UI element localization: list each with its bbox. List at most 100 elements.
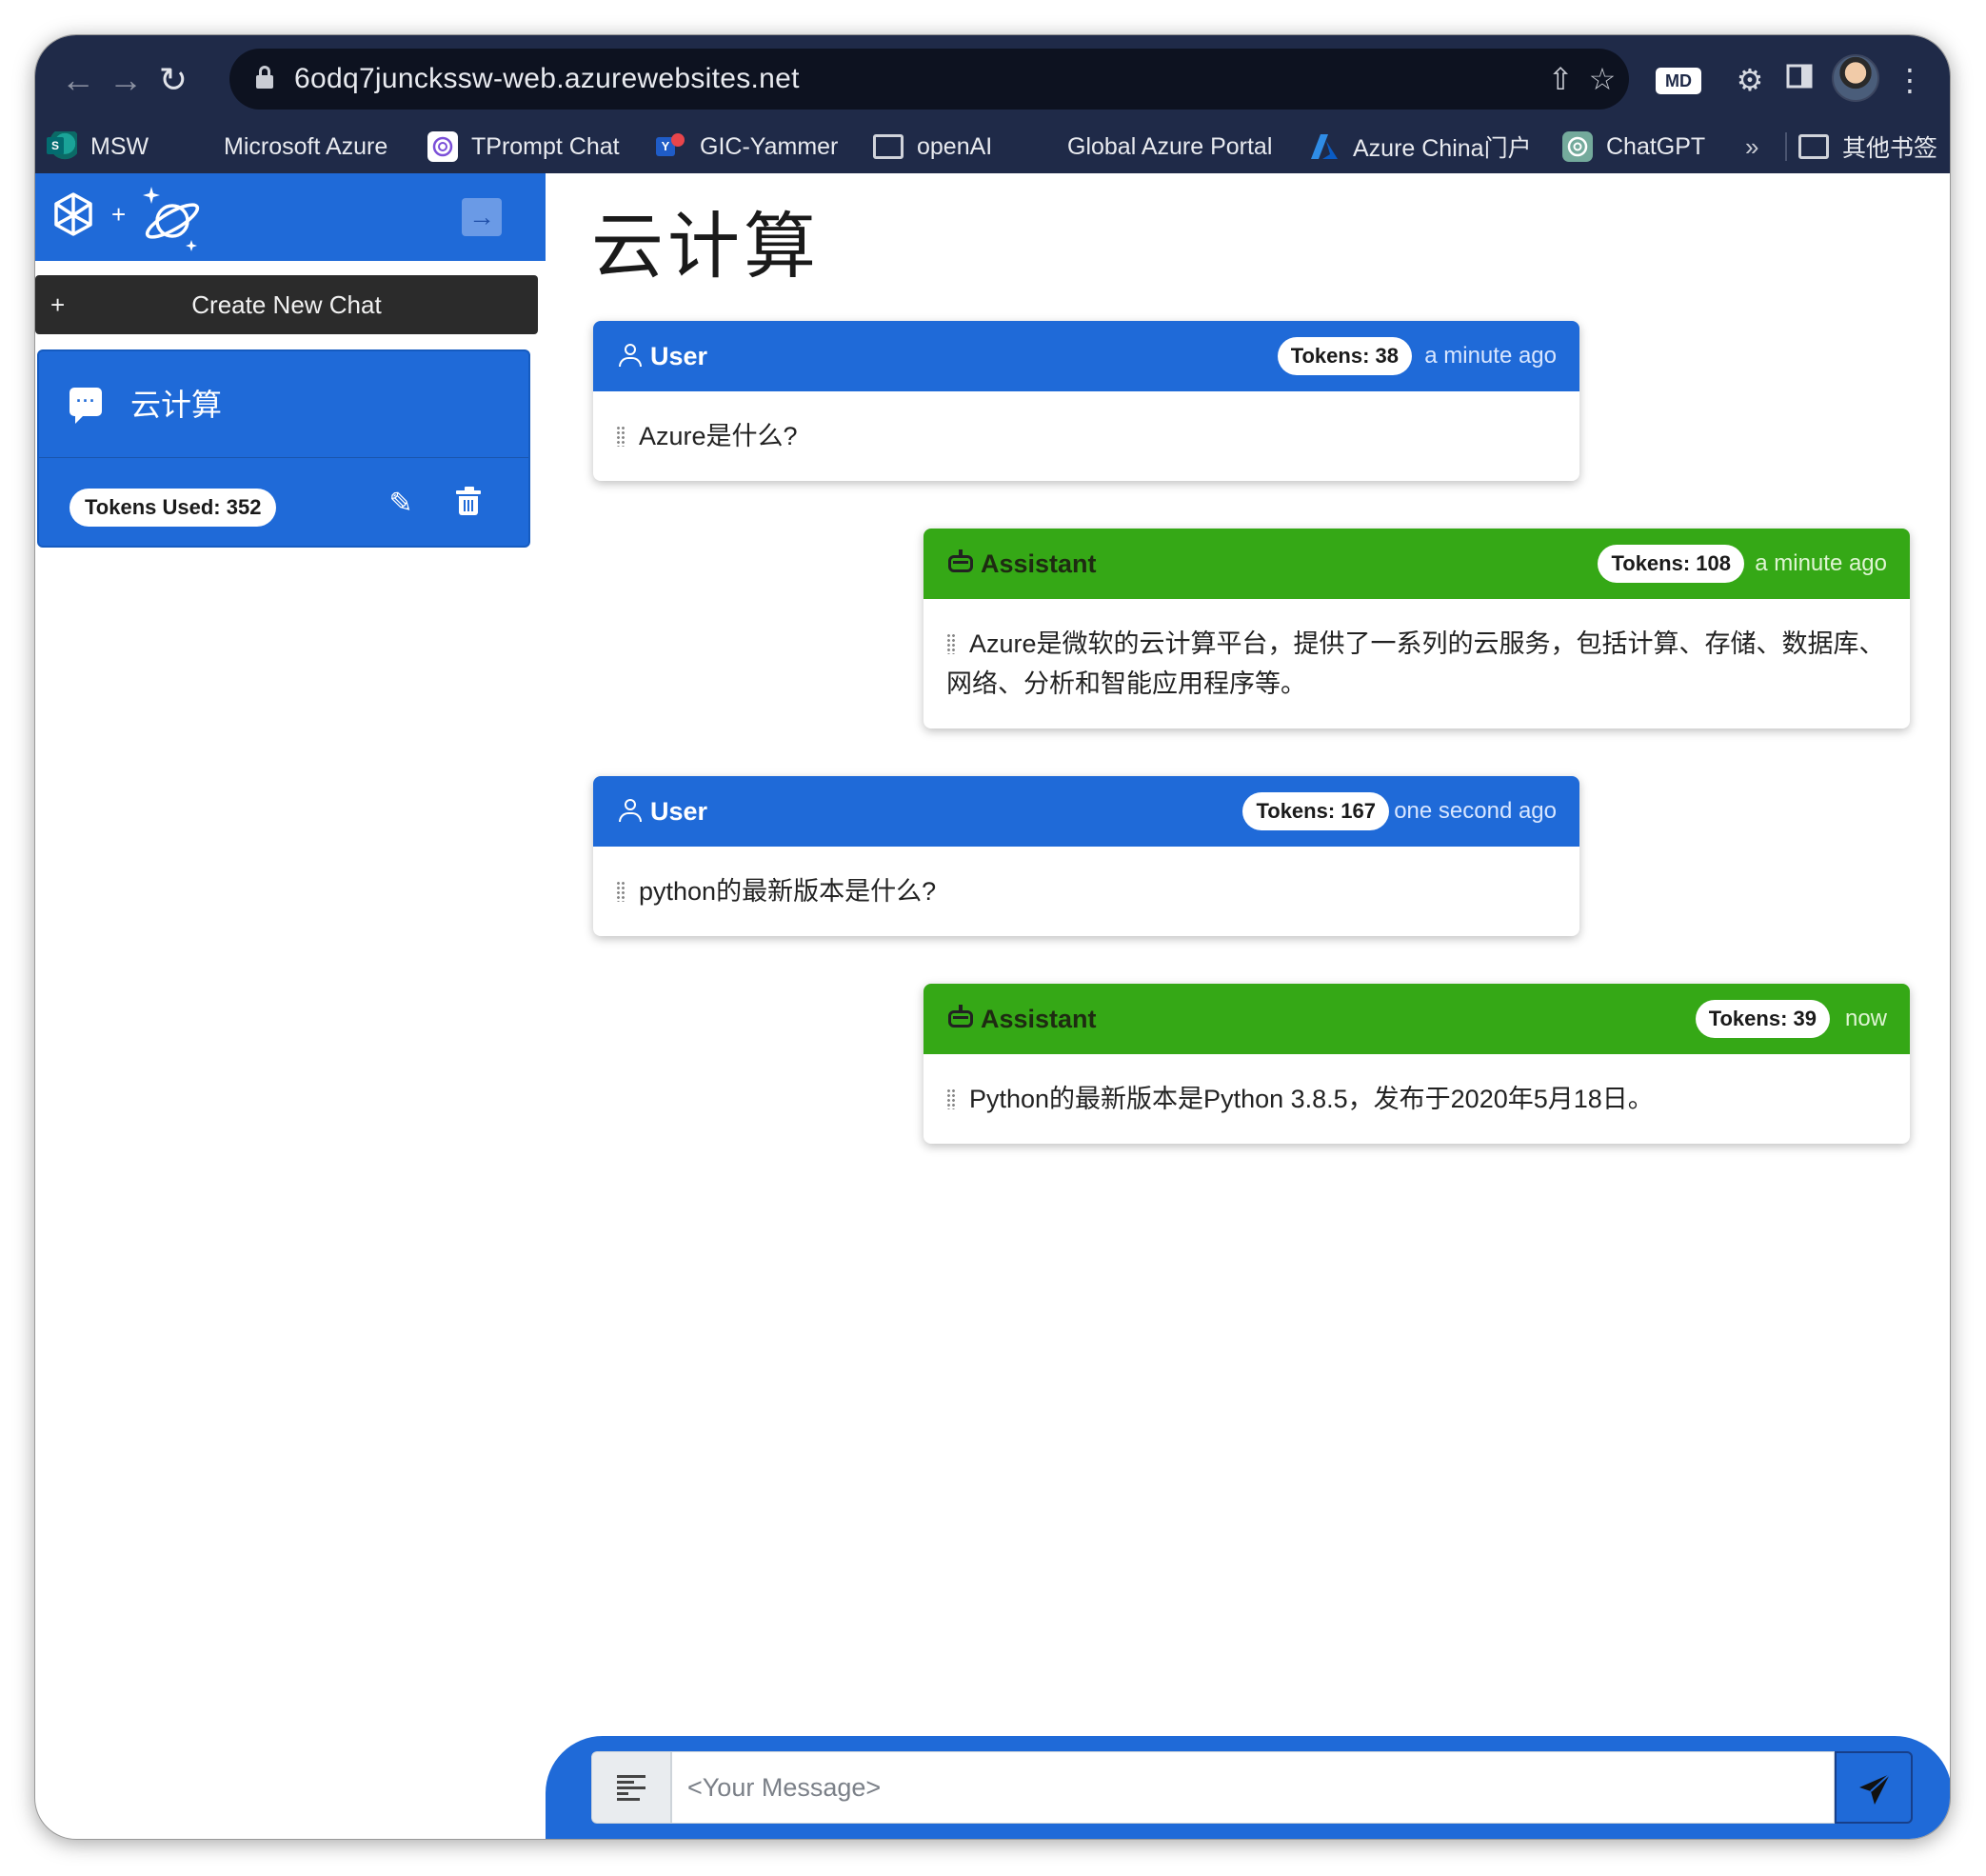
user-icon: [618, 799, 643, 824]
side-panel-icon[interactable]: [1776, 56, 1823, 104]
message-tokens-badge: Tokens: 167: [1242, 792, 1389, 830]
more-options-icon[interactable]: ⋮: [1886, 56, 1934, 104]
bookmark-label: GIC-Yammer: [700, 132, 839, 160]
message-card: Assistant Tokens: 108 a minute ago Azure…: [923, 529, 1910, 728]
folder-icon: [873, 134, 904, 159]
tokens-used-badge: Tokens Used: 352: [70, 489, 277, 527]
message-timestamp: one second ago: [1394, 798, 1557, 824]
markdown-extension-icon[interactable]: MD: [1656, 68, 1701, 94]
other-bookmarks-folder[interactable]: 其他书签: [1798, 121, 1937, 172]
robot-icon: [948, 1005, 973, 1029]
bookmark-item[interactable]: Global Azure Portal: [1023, 121, 1272, 172]
message-input-group: [591, 1751, 1945, 1824]
chatgpt-icon: [1562, 131, 1593, 162]
bookmarks-divider: [1785, 132, 1787, 161]
url-text[interactable]: 6odq7junckssw-web.azurewebsites.net: [294, 49, 800, 110]
message-header: User Tokens: 167 one second ago: [593, 776, 1579, 847]
message-composer: [546, 1736, 1950, 1839]
folder-icon: [1798, 134, 1829, 159]
openai-logo-icon: [43, 187, 104, 248]
message-body: Azure是微软的云计算平台，提供了一系列的云服务，包括计算、存储、数据库、网络…: [923, 599, 1910, 704]
lock-icon: [256, 66, 273, 89]
message-role: User: [650, 797, 708, 826]
reload-icon[interactable]: ↻: [149, 56, 197, 104]
bookmark-label: 其他书签: [1842, 135, 1938, 162]
bookmark-item[interactable]: Azure China门户: [1309, 121, 1532, 172]
message-text: Azure是什么?: [639, 422, 798, 450]
share-icon[interactable]: ⇧: [1543, 62, 1578, 96]
microsoft-logo-icon: [1023, 131, 1054, 162]
bookmark-item[interactable]: openAI: [873, 121, 992, 172]
bookmarks-bar: S MSW Microsoft Azure TPrompt Chat Y GIC…: [35, 121, 1950, 172]
message-card: User Tokens: 38 a minute ago Azure是什么?: [593, 321, 1579, 481]
bookmark-label: Global Azure Portal: [1067, 132, 1273, 160]
message-role: User: [650, 342, 708, 370]
logo-plus: +: [111, 200, 127, 229]
bookmark-label: Microsoft Azure: [224, 132, 388, 160]
message-timestamp: a minute ago: [1424, 343, 1557, 369]
send-button[interactable]: [1835, 1751, 1913, 1824]
bookmark-label: TPrompt Chat: [471, 132, 620, 160]
message-text: python的最新版本是什么?: [639, 877, 937, 906]
sidebar-header: + →: [35, 173, 546, 261]
drag-handle-icon[interactable]: [616, 881, 626, 902]
bookmark-label: Azure China门户: [1353, 135, 1532, 162]
azure-icon: [1309, 131, 1340, 162]
message-header: Assistant Tokens: 39 now: [923, 984, 1910, 1054]
extensions-puzzle-icon[interactable]: ⚙: [1726, 56, 1774, 104]
chat-bubble-icon: ···: [70, 388, 102, 424]
bookmark-item[interactable]: S MSW: [47, 121, 149, 172]
chat-item-header[interactable]: ··· 云计算: [39, 351, 528, 458]
yammer-icon: Y: [656, 131, 686, 162]
message-body: Python的最新版本是Python 3.8.5，发布于2020年5月18日。: [923, 1054, 1910, 1119]
drag-handle-icon[interactable]: [616, 426, 626, 447]
message-body: Azure是什么?: [593, 391, 1579, 456]
profile-avatar[interactable]: [1832, 54, 1879, 102]
browser-toolbar: ← → ↻ 6odq7junckssw-web.azurewebsites.ne…: [35, 35, 1950, 173]
message-role: Assistant: [981, 1005, 1097, 1033]
text-lines-icon: [617, 1775, 645, 1802]
chat-list-item[interactable]: ··· 云计算 Tokens Used: 352 ✎: [37, 349, 530, 548]
bookmark-label: ChatGPT: [1606, 132, 1706, 160]
chat-item-title: 云计算: [130, 388, 223, 422]
bookmark-item[interactable]: TPrompt Chat: [427, 121, 620, 172]
message-header: Assistant Tokens: 108 a minute ago: [923, 529, 1910, 599]
message-timestamp: a minute ago: [1755, 550, 1887, 576]
drag-handle-icon[interactable]: [946, 1088, 956, 1109]
delete-trash-icon[interactable]: [456, 487, 481, 515]
microsoft-logo-icon: [180, 131, 210, 162]
bookmark-item[interactable]: ChatGPT: [1562, 121, 1705, 172]
message-text: Python的最新版本是Python 3.8.5，发布于2020年5月18日。: [969, 1085, 1654, 1113]
more-bookmarks-chevron-icon[interactable]: »: [1745, 121, 1758, 172]
message-tokens-badge: Tokens: 39: [1695, 1000, 1830, 1038]
message-tokens-badge: Tokens: 108: [1598, 545, 1744, 583]
message-header: User Tokens: 38 a minute ago: [593, 321, 1579, 391]
planet-sparkle-icon: [142, 183, 203, 251]
sharepoint-icon: S: [47, 131, 77, 162]
back-icon[interactable]: ←: [54, 56, 102, 104]
forward-icon[interactable]: →: [102, 56, 149, 104]
page-title: 云计算: [591, 207, 820, 288]
message-card: Assistant Tokens: 39 now Python的最新版本是Pyt…: [923, 984, 1910, 1144]
star-icon[interactable]: ☆: [1585, 62, 1619, 96]
drag-handle-icon[interactable]: [946, 633, 956, 654]
address-bar[interactable]: 6odq7junckssw-web.azurewebsites.net ⇧ ☆: [229, 49, 1629, 110]
create-new-chat-button[interactable]: + Create New Chat: [35, 275, 538, 334]
message-role: Assistant: [981, 549, 1097, 578]
edit-pencil-icon[interactable]: ✎: [382, 485, 420, 523]
user-icon: [618, 344, 643, 369]
send-paper-plane-icon: [1859, 1773, 1891, 1805]
openai-icon: [427, 131, 458, 162]
robot-icon: [948, 549, 973, 574]
message-timestamp: now: [1844, 1006, 1887, 1031]
bookmark-item[interactable]: Y GIC-Yammer: [656, 121, 838, 172]
message-text: Azure是微软的云计算平台，提供了一系列的云服务，包括计算、存储、数据库、网络…: [946, 629, 1885, 698]
message-body: python的最新版本是什么?: [593, 847, 1579, 911]
create-new-chat-label: Create New Chat: [191, 290, 382, 319]
prompt-template-button[interactable]: [591, 1751, 671, 1824]
message-input[interactable]: [671, 1751, 1835, 1824]
message-tokens-badge: Tokens: 38: [1277, 337, 1412, 375]
bookmark-item[interactable]: Microsoft Azure: [180, 121, 387, 172]
collapse-sidebar-arrow-icon[interactable]: →: [462, 198, 502, 236]
bookmark-label: MSW: [90, 132, 149, 160]
